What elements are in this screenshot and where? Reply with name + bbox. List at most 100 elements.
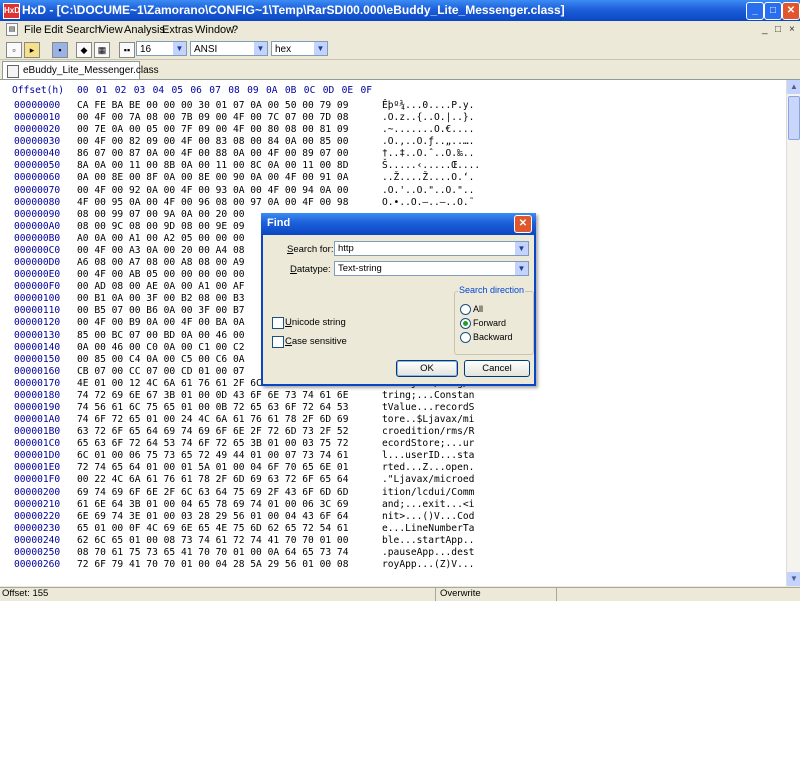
row-text[interactable]: tring;...Constan xyxy=(382,390,474,401)
row-hex-bytes[interactable]: 00 4F 00 92 0A 00 4F 00 93 0A 00 4F 00 9… xyxy=(77,185,348,196)
maximize-button[interactable]: □ xyxy=(764,2,782,20)
row-hex-bytes[interactable]: CB 07 00 CC 07 00 CD 01 00 07 xyxy=(77,366,245,377)
row-text[interactable]: royApp...(Z)V... xyxy=(382,559,474,570)
row-text[interactable]: O.•..O.–..—..O.˜ xyxy=(382,197,474,208)
row-hex-bytes[interactable]: 6E 69 74 3E 01 00 03 28 29 56 01 00 04 4… xyxy=(77,511,348,522)
row-hex-bytes[interactable]: 65 01 00 0F 4C 69 6E 65 4E 75 6D 62 65 7… xyxy=(77,523,348,534)
row-text[interactable]: rted...Z...open. xyxy=(382,462,474,473)
find-dialog-title-bar[interactable]: Find ✕ xyxy=(261,213,536,235)
row-text[interactable]: nit>...()V...Cod xyxy=(382,511,474,522)
row-hex-bytes[interactable]: 69 74 69 6F 6E 2F 6C 63 64 75 69 2F 43 6… xyxy=(77,487,348,498)
row-hex-bytes[interactable]: 00 B1 0A 00 3F 00 B2 08 00 B3 xyxy=(77,293,245,304)
unicode-string-checkbox[interactable] xyxy=(272,317,284,329)
row-hex-bytes[interactable]: 00 B5 07 00 B6 0A 00 3F 00 B7 xyxy=(77,305,245,316)
row-text[interactable]: .O.'..O."..O.".. xyxy=(382,185,474,196)
bytes-per-row-select[interactable]: 16 ▼ xyxy=(136,41,187,56)
close-icon[interactable]: ✕ xyxy=(514,215,532,233)
row-hex-bytes[interactable]: 08 00 99 07 00 9A 0A 00 20 00 xyxy=(77,209,245,220)
chevron-down-icon[interactable]: ▼ xyxy=(515,262,528,275)
row-hex-bytes[interactable]: 00 22 4C 6A 61 76 61 78 2F 6D 69 63 72 6… xyxy=(77,474,348,485)
row-hex-bytes[interactable]: 6C 01 00 06 75 73 65 72 49 44 01 00 07 7… xyxy=(77,450,348,461)
row-text[interactable]: Š.....‹.....Œ.... xyxy=(382,160,480,171)
row-hex-bytes[interactable]: A0 0A 00 A1 00 A2 05 00 00 00 xyxy=(77,233,245,244)
row-text[interactable]: ition/lcdui/Comm xyxy=(382,487,474,498)
row-text[interactable]: l...userID...sta xyxy=(382,450,474,461)
row-hex-bytes[interactable]: 4F 00 95 0A 00 4F 00 96 08 00 97 0A 00 4… xyxy=(77,197,348,208)
chevron-down-icon[interactable]: ▼ xyxy=(254,42,267,55)
row-text[interactable]: ."Ljavax/microed xyxy=(382,474,474,485)
row-hex-bytes[interactable]: CA FE BA BE 00 00 00 30 01 07 0A 00 50 0… xyxy=(77,100,348,111)
row-hex-bytes[interactable]: 85 00 BC 07 00 BD 0A 00 46 00 xyxy=(77,330,245,341)
row-text[interactable]: Êþº¾...0....P.y. xyxy=(382,100,474,111)
direction-backward-radio[interactable] xyxy=(460,332,471,343)
row-hex-bytes[interactable]: A6 08 00 A7 08 00 A8 08 00 A9 xyxy=(77,257,245,268)
open-disk-icon[interactable]: ◆ xyxy=(76,42,92,58)
row-text[interactable]: .O.‚..O.ƒ..„..…. xyxy=(382,136,474,147)
mdi-close-button[interactable]: × xyxy=(789,24,795,35)
row-hex-bytes[interactable]: 65 63 6F 72 64 53 74 6F 72 65 3B 01 00 0… xyxy=(77,438,348,449)
direction-all-label[interactable]: All xyxy=(473,304,483,314)
scroll-down-icon[interactable]: ▼ xyxy=(787,572,800,586)
search-for-input[interactable]: http ▼ xyxy=(334,241,529,256)
menu-window[interactable]: Window xyxy=(195,24,234,36)
row-text[interactable]: croedition/rms/R xyxy=(382,426,474,437)
vertical-scrollbar[interactable]: ▲ ▼ xyxy=(786,80,800,586)
menu-search[interactable]: Search xyxy=(66,24,101,36)
case-sensitive-label[interactable]: Case sensitive xyxy=(285,336,347,347)
scroll-up-icon[interactable]: ▲ xyxy=(787,80,800,94)
row-hex-bytes[interactable]: 62 6C 65 01 00 08 73 74 61 72 74 41 70 7… xyxy=(77,535,348,546)
row-hex-bytes[interactable]: 72 6F 79 41 70 70 01 00 04 28 5A 29 56 0… xyxy=(77,559,348,570)
row-hex-bytes[interactable]: 00 4F 00 7A 08 00 7B 09 00 4F 00 7C 07 0… xyxy=(77,112,348,123)
ok-button[interactable]: OK xyxy=(396,360,458,377)
chevron-down-icon[interactable]: ▼ xyxy=(173,42,186,55)
row-text[interactable]: .O.z..{..O.|..}. xyxy=(382,112,474,123)
row-text[interactable]: .pauseApp...dest xyxy=(382,547,474,558)
datatype-select[interactable]: Text-string ▼ xyxy=(334,261,529,276)
row-text[interactable]: †..‡..O.ˆ..O.‰.. xyxy=(382,148,474,159)
mdi-minimize-button[interactable]: _ xyxy=(762,24,768,35)
open-folder-icon[interactable]: ▸ xyxy=(24,42,40,58)
row-hex-bytes[interactable]: 00 AD 08 00 AE 0A 00 A1 00 AF xyxy=(77,281,245,292)
menu-edit[interactable]: Edit xyxy=(44,24,63,36)
direction-forward-label[interactable]: Forward xyxy=(473,318,506,328)
row-text[interactable]: .~.......O.€.... xyxy=(382,124,474,135)
row-text[interactable]: ecordStore;...ur xyxy=(382,438,474,449)
row-text[interactable]: ble...startApp.. xyxy=(382,535,474,546)
row-text[interactable]: e...LineNumberTa xyxy=(382,523,474,534)
row-hex-bytes[interactable]: 00 85 00 C4 0A 00 C5 00 C6 0A xyxy=(77,354,245,365)
row-hex-bytes[interactable]: 00 7E 0A 00 05 00 7F 09 00 4F 00 80 08 0… xyxy=(77,124,348,135)
menu-analysis[interactable]: Analysis xyxy=(124,24,165,36)
row-text[interactable]: tValue...recordS xyxy=(382,402,474,413)
row-hex-bytes[interactable]: 00 4F 00 B9 0A 00 4F 00 BA 0A xyxy=(77,317,245,328)
document-icon[interactable]: ▤ xyxy=(6,23,18,36)
row-hex-bytes[interactable]: 63 72 6F 65 64 69 74 69 6F 6E 2F 72 6D 7… xyxy=(77,426,348,437)
row-hex-bytes[interactable]: 72 74 65 64 01 00 01 5A 01 00 04 6F 70 6… xyxy=(77,462,348,473)
row-hex-bytes[interactable]: 0A 00 46 00 C0 0A 00 C1 00 C2 xyxy=(77,342,245,353)
direction-forward-radio[interactable] xyxy=(460,318,471,329)
menu-help[interactable]: ? xyxy=(232,24,238,36)
row-text[interactable]: tore..$Ljavax/mi xyxy=(382,414,474,425)
open-ram-icon[interactable]: ▦ xyxy=(94,42,110,58)
menu-extras[interactable]: Extras xyxy=(162,24,193,36)
chevron-down-icon[interactable]: ▼ xyxy=(314,42,327,55)
direction-backward-label[interactable]: Backward xyxy=(473,332,513,342)
hxd-app-icon[interactable]: HxD xyxy=(3,3,20,19)
direction-all-radio[interactable] xyxy=(460,304,471,315)
minimize-button[interactable]: _ xyxy=(746,2,764,20)
row-hex-bytes[interactable]: 8A 0A 00 11 00 8B 0A 00 11 00 8C 0A 00 1… xyxy=(77,160,348,171)
offset-base-select[interactable]: hex ▼ xyxy=(271,41,328,56)
scroll-thumb[interactable] xyxy=(788,96,800,140)
title-bar[interactable]: HxD HxD - [C:\DOCUME~1\Zamorano\CONFIG~1… xyxy=(0,0,800,21)
row-hex-bytes[interactable]: 00 4F 00 AB 05 00 00 00 00 00 xyxy=(77,269,245,280)
menu-view[interactable]: View xyxy=(99,24,123,36)
mdi-restore-button[interactable]: □ xyxy=(775,24,781,35)
charset-select[interactable]: ANSI ▼ xyxy=(190,41,268,56)
menu-file[interactable]: File xyxy=(24,24,42,36)
tab-ebuddy-file[interactable]: eBuddy_Lite_Messenger.class xyxy=(2,61,159,79)
row-hex-bytes[interactable]: 74 6F 72 65 01 00 24 4C 6A 61 76 61 78 2… xyxy=(77,414,348,425)
row-text[interactable]: and;...exit...<i xyxy=(382,499,474,510)
row-hex-bytes[interactable]: 86 07 00 87 0A 00 4F 00 88 0A 00 4F 00 8… xyxy=(77,148,348,159)
row-hex-bytes[interactable]: 00 4F 00 A3 0A 00 20 00 A4 08 xyxy=(77,245,245,256)
row-hex-bytes[interactable]: 00 4F 00 82 09 00 4F 00 83 08 00 84 0A 0… xyxy=(77,136,348,147)
row-hex-bytes[interactable]: 0A 00 8E 00 8F 0A 00 8E 00 90 0A 00 4F 0… xyxy=(77,172,348,183)
